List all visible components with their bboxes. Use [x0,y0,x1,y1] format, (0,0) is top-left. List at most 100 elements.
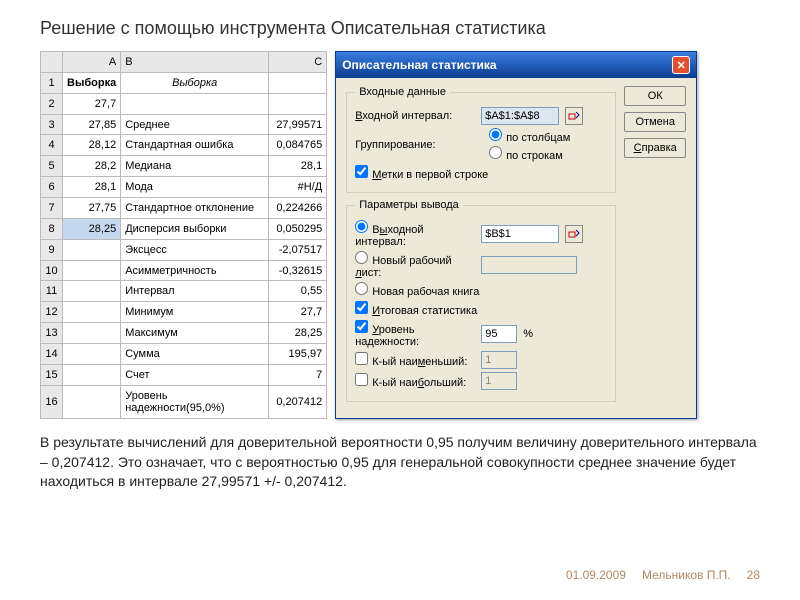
cell[interactable]: -2,07517 [269,239,327,260]
row-header[interactable]: 4 [41,135,63,156]
body-paragraph: В результате вычислений для доверительно… [0,419,800,496]
row-header[interactable]: 12 [41,302,63,323]
cell[interactable]: 27,75 [63,198,121,219]
cell[interactable]: 27,99571 [269,114,327,135]
cell[interactable]: 27,85 [63,114,121,135]
radio-out-range[interactable]: Выходной интервал: [355,220,475,248]
cell[interactable]: Выборка [121,72,269,93]
out-range-field[interactable] [481,225,559,243]
descriptive-stats-dialog: Описательная статистика ✕ Входные данные… [335,51,697,419]
summary-checkbox[interactable]: Итоговая статистика [355,301,477,317]
input-range-field[interactable] [481,107,559,125]
kth-large-field [481,372,517,390]
cell[interactable]: 28,1 [63,177,121,198]
cell[interactable]: 28,25 [269,323,327,344]
row-header[interactable]: 1 [41,72,63,93]
col-header-C[interactable]: C [269,52,327,73]
page-title: Решение с помощью инструмента Описательн… [0,0,800,51]
help-button[interactable]: Справка [624,138,686,158]
row-header[interactable]: 14 [41,344,63,365]
col-header-A[interactable]: A [63,52,121,73]
cell[interactable]: Асимметричность [121,260,269,281]
kth-small-checkbox[interactable]: К-ый наименьший: [355,352,475,368]
cell[interactable]: Выборка [63,72,121,93]
cell[interactable]: Сумма [121,344,269,365]
cell[interactable]: 0,050295 [269,218,327,239]
ok-button[interactable]: ОК [624,86,686,106]
cell[interactable] [269,93,327,114]
cell[interactable]: Медиана [121,156,269,177]
spreadsheet-grid[interactable]: A B C 1ВыборкаВыборка227,7327,85Среднее2… [40,51,327,419]
cell[interactable]: Эксцесс [121,239,269,260]
input-range-label: Входной интервал: [355,110,475,122]
range-picker-icon[interactable] [565,107,583,125]
cell[interactable]: 0,55 [269,281,327,302]
cell[interactable]: Стандартная ошибка [121,135,269,156]
cell[interactable]: 0,207412 [269,385,327,418]
cell[interactable]: Минимум [121,302,269,323]
labels-checkbox[interactable]: Метки в первой строке [355,165,488,181]
footer-date: 01.09.2009 [566,568,626,582]
cell[interactable] [63,302,121,323]
footer: 01.09.2009 Мельников П.П. 28 [566,568,760,582]
cell[interactable]: 0,084765 [269,135,327,156]
row-header[interactable]: 16 [41,385,63,418]
row-header[interactable]: 10 [41,260,63,281]
output-legend: Параметры вывода [355,199,463,211]
cell[interactable] [121,93,269,114]
cell[interactable]: 27,7 [63,93,121,114]
row-header[interactable]: 15 [41,364,63,385]
cell[interactable]: Счет [121,364,269,385]
cell[interactable] [63,364,121,385]
cell[interactable]: 28,25 [63,218,121,239]
row-header[interactable]: 13 [41,323,63,344]
cell[interactable]: 0,224266 [269,198,327,219]
cell[interactable] [63,239,121,260]
confidence-checkbox[interactable]: Уровень надежности: [355,320,475,348]
cell[interactable]: 195,97 [269,344,327,365]
cell[interactable]: 7 [269,364,327,385]
row-header[interactable]: 2 [41,93,63,114]
cancel-button[interactable]: Отмена [624,112,686,132]
cell[interactable] [63,344,121,365]
confidence-field[interactable] [481,325,517,343]
col-header-B[interactable]: B [121,52,269,73]
dialog-titlebar[interactable]: Описательная статистика ✕ [336,52,696,78]
cell[interactable]: #Н/Д [269,177,327,198]
row-header[interactable]: 9 [41,239,63,260]
radio-by-rows[interactable]: по строкам [489,146,570,162]
cell[interactable]: Интервал [121,281,269,302]
cell[interactable] [269,72,327,93]
cell[interactable] [63,323,121,344]
kth-large-checkbox[interactable]: К-ый наибольший: [355,373,475,389]
cell[interactable]: -0,32615 [269,260,327,281]
cell[interactable]: 28,1 [269,156,327,177]
cell[interactable]: 28,2 [63,156,121,177]
radio-by-cols[interactable]: по столбцам [489,128,570,144]
cell[interactable] [63,281,121,302]
radio-new-book[interactable]: Новая рабочая книга [355,282,479,298]
close-icon[interactable]: ✕ [672,56,690,74]
row-header[interactable]: 7 [41,198,63,219]
row-header[interactable]: 5 [41,156,63,177]
cell[interactable]: Уровень надежности(95,0%) [121,385,269,418]
cell[interactable]: Среднее [121,114,269,135]
row-header[interactable]: 6 [41,177,63,198]
range-picker-icon[interactable] [565,225,583,243]
radio-new-sheet[interactable]: Новый рабочий лист: [355,251,475,279]
corner-cell[interactable] [41,52,63,73]
cell[interactable]: 27,7 [269,302,327,323]
row-header[interactable]: 8 [41,218,63,239]
kth-small-field [481,351,517,369]
cell[interactable]: Мода [121,177,269,198]
cell[interactable]: Стандартное отклонение [121,198,269,219]
cell[interactable] [63,385,121,418]
pct-label: % [523,328,533,340]
row-header[interactable]: 11 [41,281,63,302]
footer-author: Мельников П.П. [642,568,731,582]
cell[interactable]: Дисперсия выборки [121,218,269,239]
row-header[interactable]: 3 [41,114,63,135]
cell[interactable]: Максимум [121,323,269,344]
cell[interactable] [63,260,121,281]
cell[interactable]: 28,12 [63,135,121,156]
